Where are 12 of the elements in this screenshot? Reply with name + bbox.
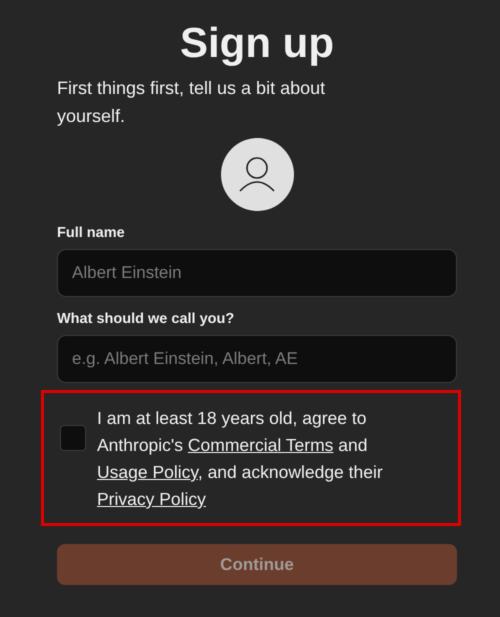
field-label: Full name <box>57 225 126 241</box>
policy-link[interactable]: Usage Policy <box>97 462 198 482</box>
checkbox[interactable] <box>60 425 86 451</box>
subtitle: First things first, tell us a bit about yourself. <box>57 77 326 128</box>
consent-text: I am at least 18 years old, agree to Anthropic's Commercial Terms and Usage Policy, and acknowledge their Privacy Policy <box>97 407 384 511</box>
input-field[interactable]: Albert Einstein <box>57 249 457 297</box>
policy-link[interactable]: Commercial Terms <box>188 435 334 455</box>
policy-link[interactable]: Privacy Policy <box>97 489 206 509</box>
field-label: What should we call you? <box>57 311 236 327</box>
person-icon <box>238 156 276 192</box>
page-title: Sign up <box>179 18 335 68</box>
input-field[interactable]: e.g. Albert Einstein, Albert, AE <box>57 335 457 383</box>
